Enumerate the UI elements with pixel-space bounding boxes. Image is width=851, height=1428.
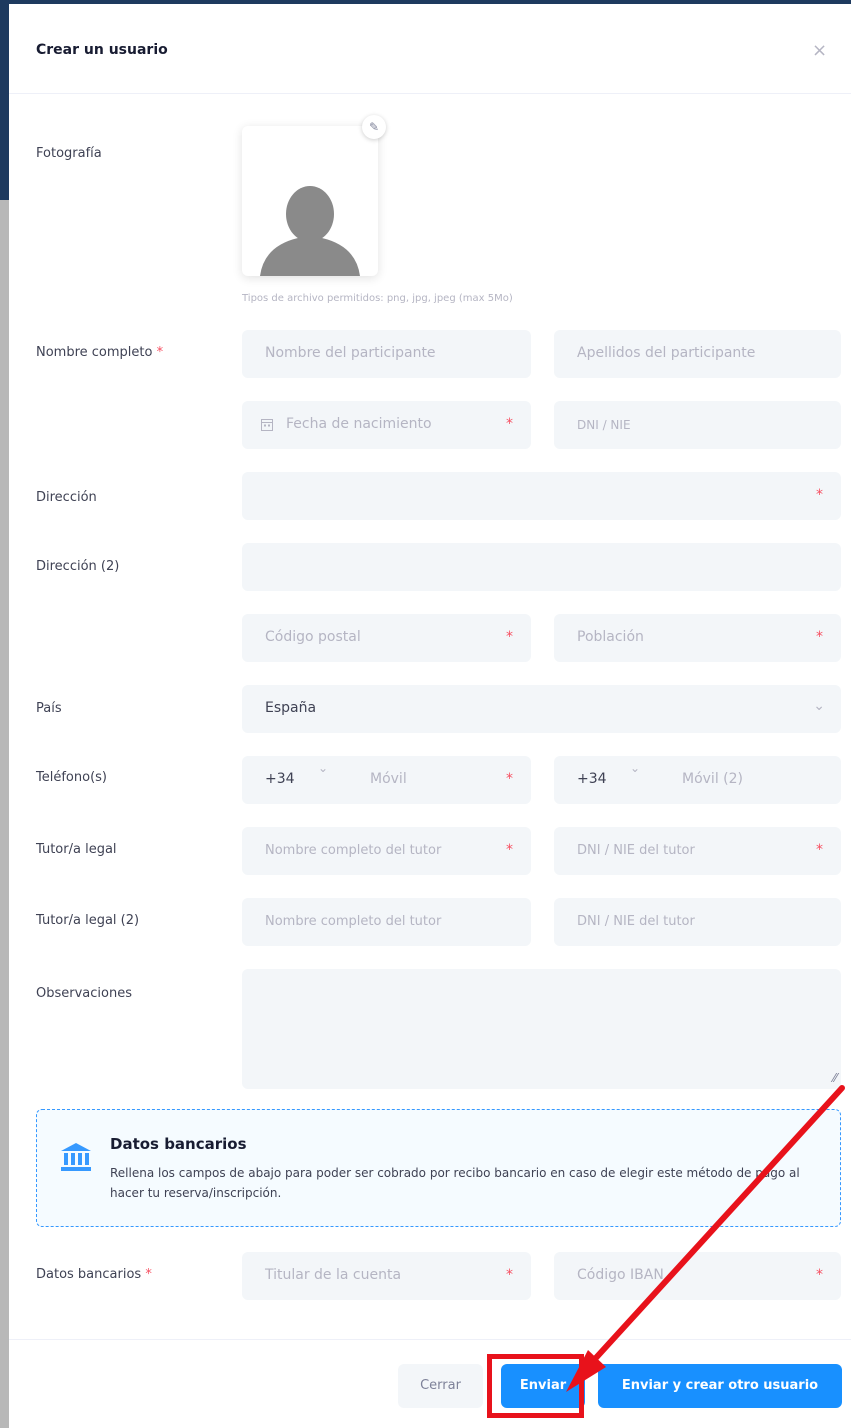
required-star: * [506, 416, 513, 432]
create-user-modal: Crear un usuario × Fotografía ✎ Tipos de… [9, 4, 851, 1428]
close-button[interactable]: Cerrar [398, 1364, 483, 1408]
required-star: * [816, 1267, 823, 1283]
tutor-name-placeholder: Nombre completo del tutor [265, 843, 442, 858]
notes-label: Observaciones [36, 986, 132, 1001]
bank-info-notice: Datos bancarios Rellena los campos de ab… [36, 1109, 841, 1227]
last-name-placeholder: Apellidos del participante [577, 345, 756, 361]
country-select[interactable]: España ⌄ [242, 685, 841, 733]
close-icon[interactable]: × [812, 40, 827, 61]
bank-label-text: Datos bancarios [36, 1267, 142, 1282]
dni-input[interactable]: DNI / NIE [554, 401, 841, 449]
required-star: * [816, 487, 823, 503]
bank-notice-title: Datos bancarios [110, 1135, 247, 1153]
zip-input[interactable]: Código postal * [242, 614, 531, 662]
photo-upload[interactable] [242, 126, 378, 276]
phone2-prefix-select[interactable]: +34 [577, 771, 607, 787]
chevron-down-icon: ⌄ [630, 761, 641, 775]
resize-handle-icon[interactable]: ⁄⁄ [833, 1071, 837, 1085]
birthdate-placeholder: Fecha de nacimiento [286, 416, 432, 432]
required-star: * [506, 771, 513, 787]
backdrop-left [0, 0, 9, 1428]
address-label: Dirección [36, 490, 97, 505]
calendar-icon [261, 419, 273, 431]
chevron-down-icon: ⌄ [813, 698, 825, 714]
required-marker: * [156, 345, 164, 360]
account-holder-placeholder: Titular de la cuenta [265, 1267, 402, 1283]
modal-header: Crear un usuario × [9, 4, 851, 94]
first-name-placeholder: Nombre del participante [265, 345, 436, 361]
photo-hint: Tipos de archivo permitidos: png, jpg, j… [242, 293, 513, 304]
bank-label: Datos bancarios * [36, 1267, 152, 1282]
required-star: * [506, 842, 513, 858]
phone-label: Teléfono(s) [36, 770, 107, 785]
tutor-name-input[interactable]: Nombre completo del tutor * [242, 827, 531, 875]
address-input[interactable]: * [242, 472, 841, 520]
chevron-down-icon: ⌄ [318, 761, 329, 775]
phone2-input[interactable]: +34 ⌄ Móvil (2) [554, 756, 841, 804]
address2-input[interactable] [242, 543, 841, 591]
required-star: * [816, 629, 823, 645]
avatar-placeholder-icon [260, 186, 360, 276]
account-holder-input[interactable]: Titular de la cuenta * [242, 1252, 531, 1300]
tutor2-dni-input[interactable]: DNI / NIE del tutor [554, 898, 841, 946]
tutor2-dni-placeholder: DNI / NIE del tutor [577, 914, 695, 929]
backdrop-left-top [0, 0, 9, 200]
required-star: * [506, 629, 513, 645]
required-star: * [816, 842, 823, 858]
phone-input[interactable]: +34 ⌄ Móvil * [242, 756, 531, 804]
modal-title: Crear un usuario [36, 42, 168, 58]
notes-textarea[interactable]: ⁄⁄ [242, 969, 841, 1089]
send-and-create-another-button[interactable]: Enviar y crear otro usuario [598, 1364, 842, 1408]
city-placeholder: Población [577, 629, 644, 645]
bank-icon [61, 1143, 91, 1171]
bank-notice-text: Rellena los campos de abajo para poder s… [110, 1166, 800, 1200]
country-label: País [36, 701, 62, 716]
birthdate-input[interactable]: Fecha de nacimiento * [242, 401, 531, 449]
tutor-dni-placeholder: DNI / NIE del tutor [577, 843, 695, 858]
phone-prefix-select[interactable]: +34 [265, 771, 295, 787]
photo-label: Fotografía [36, 146, 102, 161]
tutor2-name-placeholder: Nombre completo del tutor [265, 914, 442, 929]
mobile-placeholder: Móvil [370, 771, 407, 787]
address2-label: Dirección (2) [36, 559, 120, 574]
edit-photo-icon[interactable]: ✎ [362, 115, 386, 139]
iban-placeholder: Código IBAN [577, 1267, 664, 1283]
tutor-label: Tutor/a legal [36, 842, 117, 857]
iban-input[interactable]: Código IBAN * [554, 1252, 841, 1300]
modal-footer: Cerrar Enviar Enviar y crear otro usuari… [9, 1339, 851, 1428]
country-value: España [265, 700, 317, 716]
required-marker: * [145, 1267, 152, 1282]
mobile2-placeholder: Móvil (2) [682, 771, 743, 787]
fullname-label: Nombre completo * [36, 345, 163, 360]
annotation-highlight-box [487, 1354, 584, 1418]
dni-placeholder: DNI / NIE [577, 418, 631, 432]
tutor2-name-input[interactable]: Nombre completo del tutor [242, 898, 531, 946]
first-name-input[interactable]: Nombre del participante [242, 330, 531, 378]
tutor2-label: Tutor/a legal (2) [36, 913, 140, 928]
required-star: * [506, 1267, 513, 1283]
last-name-input[interactable]: Apellidos del participante [554, 330, 841, 378]
city-input[interactable]: Población * [554, 614, 841, 662]
zip-placeholder: Código postal [265, 629, 361, 645]
tutor-dni-input[interactable]: DNI / NIE del tutor * [554, 827, 841, 875]
fullname-label-text: Nombre completo [36, 345, 153, 360]
